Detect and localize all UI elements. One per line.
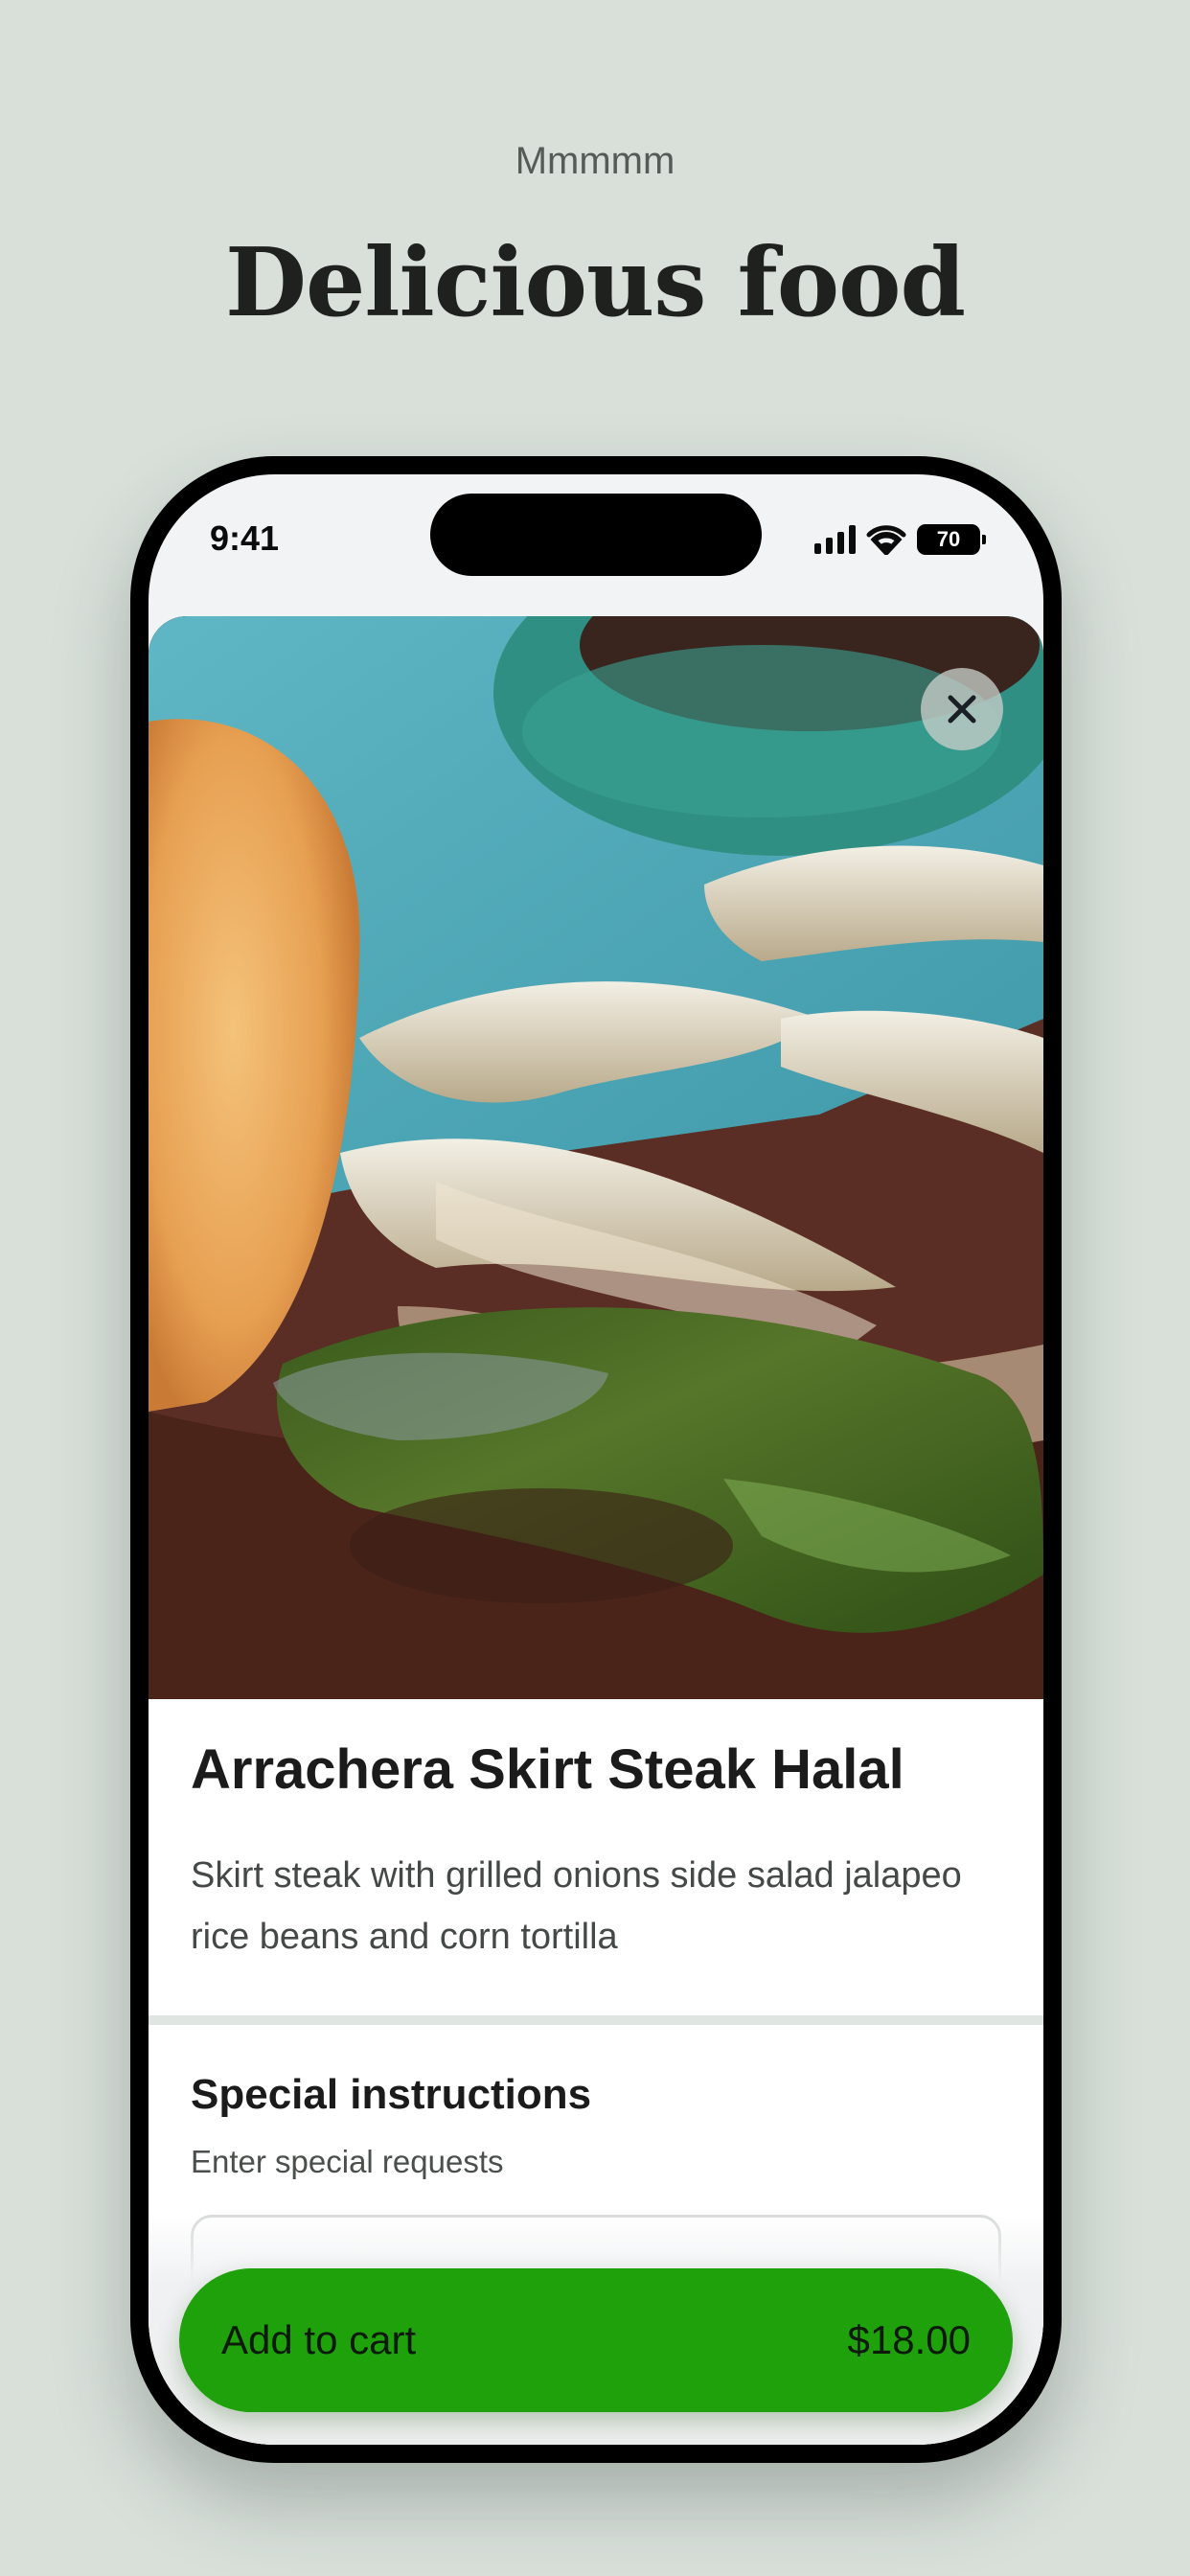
battery-icon: 70 bbox=[917, 524, 986, 555]
wifi-icon bbox=[866, 525, 906, 555]
cellular-signal-icon bbox=[814, 525, 856, 554]
item-title: Arrachera Skirt Steak Halal bbox=[191, 1738, 904, 1801]
phone-frame: 9:41 70 Arrachera Skirt Steak Halal Skir… bbox=[130, 456, 1062, 2463]
phone-screen: 9:41 70 Arrachera Skirt Steak Halal Skir… bbox=[149, 474, 1043, 2445]
status-time: 9:41 bbox=[210, 518, 280, 558]
add-to-cart-button[interactable]: Add to cart $18.00 bbox=[179, 2268, 1013, 2412]
page-headline: Delicious food bbox=[224, 228, 966, 338]
cart-price: $18.00 bbox=[847, 2317, 971, 2362]
item-description: Skirt steak with grilled onions side sal… bbox=[191, 1855, 962, 1957]
page-kicker: Mmmmm bbox=[515, 140, 675, 182]
dynamic-island bbox=[430, 494, 762, 576]
add-to-cart-label: Add to cart bbox=[221, 2317, 417, 2362]
special-instructions-subtitle: Enter special requests bbox=[191, 2144, 504, 2179]
item-sheet: Arrachera Skirt Steak Halal Skirt steak … bbox=[149, 616, 1043, 2445]
close-button[interactable] bbox=[921, 668, 1003, 750]
food-photo bbox=[149, 616, 1043, 1699]
section-divider bbox=[149, 2015, 1043, 2025]
food-photo-illustration bbox=[149, 616, 1043, 1699]
status-icons: 70 bbox=[814, 524, 986, 555]
special-instructions-title: Special instructions bbox=[191, 2071, 592, 2118]
close-icon bbox=[948, 695, 976, 724]
